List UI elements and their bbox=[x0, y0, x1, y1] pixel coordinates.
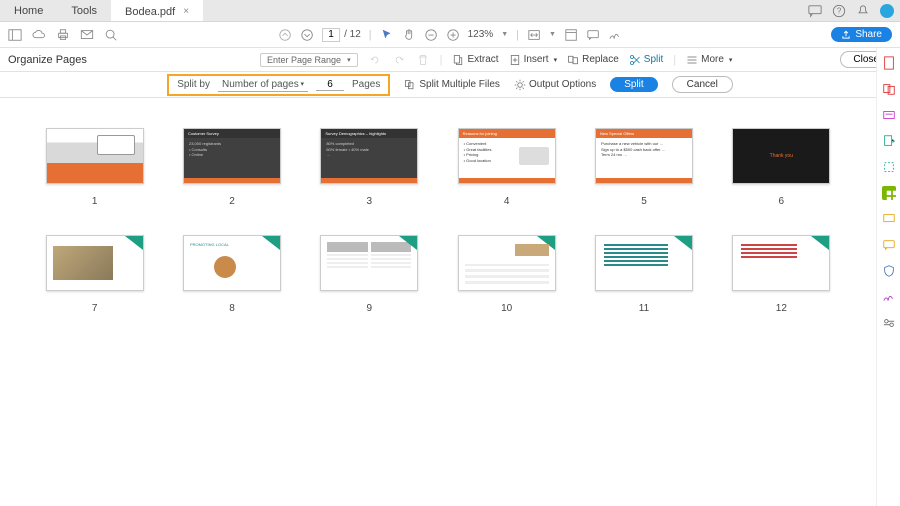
page-thumb-4[interactable]: Reasons for joining• Convenient• Great f… bbox=[452, 128, 561, 207]
page-thumb-8[interactable]: PROMOTING LOCAL 8 bbox=[177, 235, 286, 314]
split-multiple-button[interactable]: Split Multiple Files bbox=[404, 79, 500, 91]
tab-file[interactable]: Bodea.pdf × bbox=[111, 0, 203, 21]
page-thumb-7[interactable]: 7 bbox=[40, 235, 149, 314]
rotate-left-icon[interactable] bbox=[368, 53, 382, 67]
output-options-button[interactable]: Output Options bbox=[514, 79, 596, 91]
bell-icon[interactable] bbox=[856, 4, 870, 18]
share-button[interactable]: Share bbox=[831, 27, 892, 42]
hand-tool-icon[interactable] bbox=[402, 28, 416, 42]
thumb-num: 2 bbox=[229, 196, 235, 207]
scan-icon[interactable] bbox=[882, 160, 896, 174]
comment-tool-icon[interactable] bbox=[882, 238, 896, 252]
thumb-num: 12 bbox=[776, 303, 787, 314]
split-by-label: Split by bbox=[177, 79, 210, 90]
more-tools-icon[interactable] bbox=[882, 316, 896, 330]
print-icon[interactable] bbox=[56, 28, 70, 42]
zoom-level[interactable]: 123% bbox=[468, 29, 494, 40]
export-pdf-icon[interactable] bbox=[882, 134, 896, 148]
thumb-num: 8 bbox=[229, 303, 235, 314]
page-thumb-6[interactable]: Thank you 6 bbox=[727, 128, 836, 207]
tab-tools-label: Tools bbox=[71, 5, 97, 17]
organize-bar: Organize Pages Enter Page Range▾ | Extra… bbox=[0, 48, 900, 72]
page-thumb-12[interactable]: 12 bbox=[727, 235, 836, 314]
organize-pages-icon[interactable] bbox=[882, 186, 896, 200]
edit-pdf-icon[interactable] bbox=[882, 108, 896, 122]
thumb-num: 4 bbox=[504, 196, 510, 207]
zoom-out-icon[interactable] bbox=[424, 28, 438, 42]
sign-icon[interactable] bbox=[608, 28, 622, 42]
split-count-input[interactable] bbox=[316, 79, 344, 91]
combine-icon[interactable] bbox=[882, 82, 896, 96]
page-thumb-1[interactable]: 1 bbox=[40, 128, 149, 207]
thumb-num: 1 bbox=[92, 196, 98, 207]
tab-file-label: Bodea.pdf bbox=[125, 6, 175, 18]
thumb-num: 9 bbox=[367, 303, 373, 314]
page-range-dropdown[interactable]: Enter Page Range▾ bbox=[260, 53, 358, 67]
thumb-num: 3 bbox=[367, 196, 373, 207]
read-mode-icon[interactable] bbox=[564, 28, 578, 42]
mail-icon[interactable] bbox=[80, 28, 94, 42]
split-config: Split by Number of pages▾ Pages bbox=[167, 74, 390, 96]
select-tool-icon[interactable] bbox=[380, 28, 394, 42]
share-label: Share bbox=[855, 29, 882, 40]
main-toolbar: / 12 | 123% ▼ | ▼ Share bbox=[0, 22, 900, 48]
right-tool-rail bbox=[876, 48, 900, 506]
cloud-icon[interactable] bbox=[32, 28, 46, 42]
help-icon[interactable]: ? bbox=[832, 4, 846, 18]
thumb-num: 11 bbox=[639, 303, 649, 314]
more-button[interactable]: More▾ bbox=[686, 54, 732, 66]
thumb-num: 7 bbox=[92, 303, 98, 314]
search-icon[interactable] bbox=[104, 28, 118, 42]
svg-text:?: ? bbox=[837, 7, 842, 16]
thumbnails-area: 1 Customer Survey23,000 registrants• Con… bbox=[0, 98, 876, 506]
protect-icon[interactable] bbox=[882, 264, 896, 278]
page-current-input[interactable] bbox=[322, 28, 340, 42]
split-options-bar: Split by Number of pages▾ Pages Split Mu… bbox=[0, 72, 900, 98]
fill-sign-icon[interactable] bbox=[882, 290, 896, 304]
page-thumb-11[interactable]: 11 bbox=[589, 235, 698, 314]
tab-home[interactable]: Home bbox=[0, 0, 57, 21]
send-comments-icon[interactable] bbox=[882, 212, 896, 226]
delete-icon[interactable] bbox=[416, 53, 430, 67]
replace-button[interactable]: Replace bbox=[567, 54, 619, 66]
insert-button[interactable]: Insert▾ bbox=[509, 54, 558, 66]
close-tab-icon[interactable]: × bbox=[183, 6, 189, 17]
page-thumb-3[interactable]: Survey Demographics – highlights80% comp… bbox=[315, 128, 424, 207]
page-thumb-5[interactable]: New Special OffersPurchase a new vehicle… bbox=[589, 128, 698, 207]
page-down-icon[interactable] bbox=[300, 28, 314, 42]
comment-icon[interactable] bbox=[586, 28, 600, 42]
page-thumb-9[interactable]: 9 bbox=[315, 235, 424, 314]
tab-bar: Home Tools Bodea.pdf × ? bbox=[0, 0, 900, 22]
page-total: / 12 bbox=[344, 29, 361, 40]
thumb-num: 10 bbox=[501, 303, 512, 314]
split-confirm-button[interactable]: Split bbox=[610, 77, 657, 92]
avatar[interactable] bbox=[880, 4, 894, 18]
tab-tools[interactable]: Tools bbox=[57, 0, 111, 21]
thumb-num: 5 bbox=[641, 196, 647, 207]
page-indicator: / 12 bbox=[322, 28, 361, 42]
split-button[interactable]: Split bbox=[629, 54, 663, 66]
organize-title: Organize Pages bbox=[8, 54, 87, 66]
zoom-in-icon[interactable] bbox=[446, 28, 460, 42]
extract-button[interactable]: Extract bbox=[452, 54, 498, 66]
create-pdf-icon[interactable] bbox=[882, 56, 896, 70]
page-thumb-2[interactable]: Customer Survey23,000 registrants• Consu… bbox=[177, 128, 286, 207]
split-pages-label: Pages bbox=[352, 79, 380, 90]
page-up-icon[interactable] bbox=[278, 28, 292, 42]
thumb-num: 6 bbox=[779, 196, 785, 207]
split-method-select[interactable]: Number of pages▾ bbox=[218, 78, 308, 92]
fit-width-icon[interactable] bbox=[527, 28, 541, 42]
sidebar-toggle-icon[interactable] bbox=[8, 28, 22, 42]
rotate-right-icon[interactable] bbox=[392, 53, 406, 67]
chat-icon[interactable] bbox=[808, 4, 822, 18]
split-cancel-button[interactable]: Cancel bbox=[672, 76, 733, 93]
page-thumb-10[interactable]: 10 bbox=[452, 235, 561, 314]
tab-home-label: Home bbox=[14, 5, 43, 17]
